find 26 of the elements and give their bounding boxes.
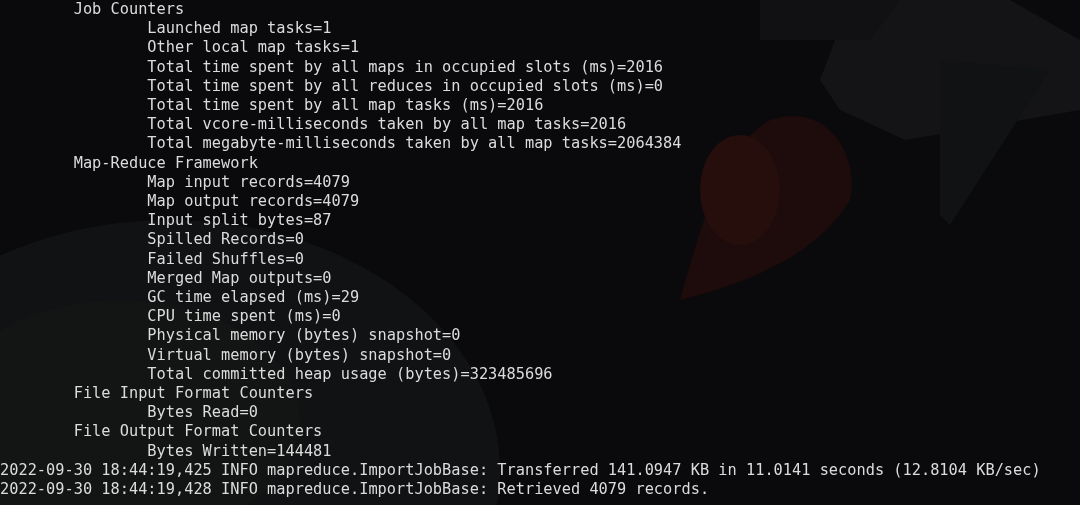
counter-line: Other local map tasks=1 — [146, 38, 360, 58]
counter-line: Total megabyte-milliseconds taken by all map tasks=2064384 — [146, 134, 682, 154]
counter-line: Total time spent by all map tasks (ms)=2016 — [146, 96, 544, 116]
section-heading: Job Counters — [72, 0, 185, 20]
counter-line: Total time spent by all maps in occupied slots (ms)=2016 — [146, 57, 664, 77]
counter-line: Launched map tasks=1 — [146, 19, 332, 39]
counter-line: Total committed heap usage (bytes)=323485696 — [146, 364, 553, 385]
counter-line: Map output records=4079 — [146, 192, 360, 212]
section-heading: File Output Format Counters — [72, 422, 323, 442]
counter-line: Bytes Written=144481 — [146, 441, 332, 461]
counter-line: Failed Shuffles=0 — [146, 249, 304, 269]
counter-line: CPU time spent (ms)=0 — [146, 307, 341, 327]
log-line: 2022-09-30 18:44:19,428 INFO mapreduce.ImportJobBase: Retrieved 4079 records. — [0, 480, 710, 500]
counter-line: Merged Map outputs=0 — [146, 268, 332, 289]
log-line: 2022-09-30 18:44:19,425 INFO mapreduce.ImportJobBase: Transferred 141.0947 KB in 11.0141 seconds (12.8104 KB/sec) — [0, 460, 1041, 481]
counter-line: Spilled Records=0 — [146, 230, 304, 250]
counter-line: Input split bytes=87 — [146, 211, 332, 231]
section-heading: File Input Format Counters — [72, 384, 314, 404]
counter-line: Total time spent by all reduces in occupied slots (ms)=0 — [146, 76, 664, 96]
counter-line: Bytes Read=0 — [146, 403, 258, 423]
counter-line: Map input records=4079 — [146, 172, 350, 193]
counter-line: Total vcore-milliseconds taken by all map tasks=2016 — [146, 115, 627, 135]
section-heading: Map-Reduce Framework — [72, 153, 258, 173]
counter-line: GC time elapsed (ms)=29 — [146, 288, 360, 308]
counter-line: Virtual memory (bytes) snapshot=0 — [146, 345, 452, 365]
counter-line: Physical memory (bytes) snapshot=0 — [146, 326, 461, 346]
